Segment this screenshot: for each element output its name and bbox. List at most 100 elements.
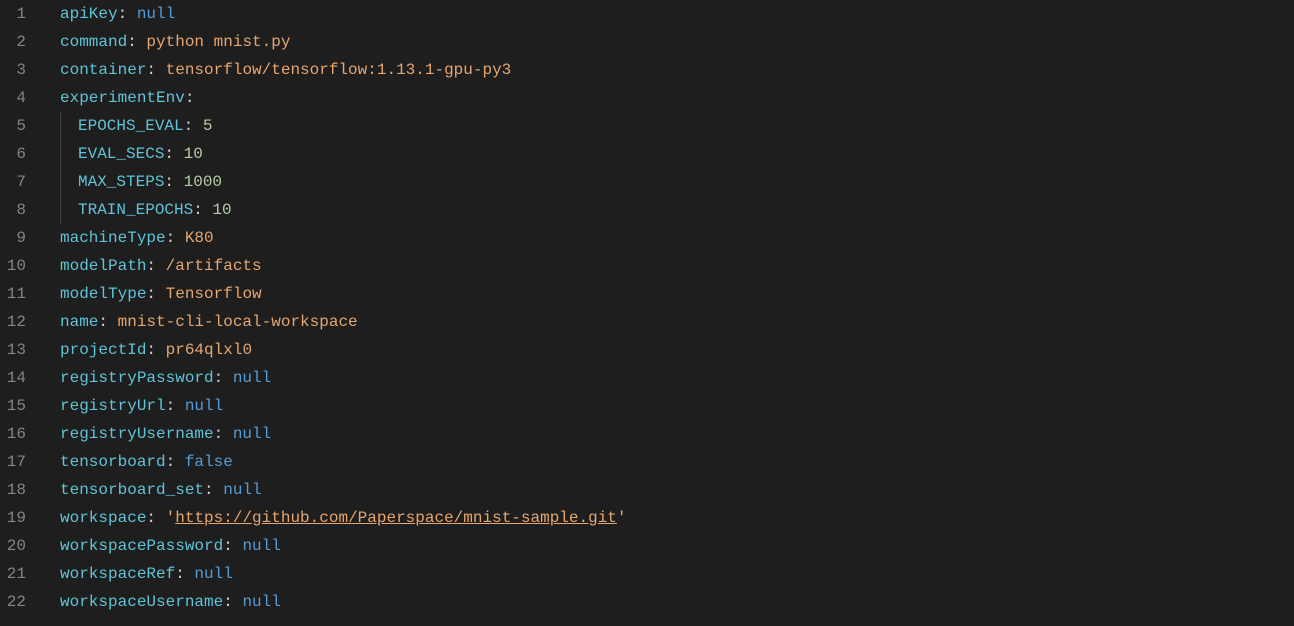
yaml-key: registryUsername — [60, 420, 214, 448]
yaml-key: workspaceRef — [60, 560, 175, 588]
line-number: 4 — [0, 84, 26, 112]
line-number: 15 — [0, 392, 26, 420]
yaml-separator: : — [98, 308, 117, 336]
code-line[interactable]: name: mnist-cli-local-workspace — [60, 308, 1294, 336]
yaml-key: experimentEnv — [60, 84, 185, 112]
line-number: 3 — [0, 56, 26, 84]
line-number: 5 — [0, 112, 26, 140]
line-number-gutter: 12345678910111213141516171819202122 — [0, 0, 44, 626]
yaml-value: false — [185, 448, 233, 476]
yaml-key: apiKey — [60, 0, 118, 28]
code-editor[interactable]: 12345678910111213141516171819202122 apiK… — [0, 0, 1294, 626]
code-line[interactable]: workspacePassword: null — [60, 532, 1294, 560]
line-number: 1 — [0, 0, 26, 28]
yaml-value: null — [233, 420, 271, 448]
yaml-separator: : — [204, 476, 223, 504]
code-area[interactable]: apiKey: nullcommand: python mnist.pycont… — [44, 0, 1294, 626]
yaml-separator: : — [223, 532, 242, 560]
line-number: 9 — [0, 224, 26, 252]
yaml-value: null — [137, 0, 175, 28]
code-line[interactable]: container: tensorflow/tensorflow:1.13.1-… — [60, 56, 1294, 84]
yaml-value: pr64qlxl0 — [166, 336, 252, 364]
line-number: 22 — [0, 588, 26, 616]
yaml-value: 10 — [212, 196, 231, 224]
yaml-separator: : — [166, 392, 185, 420]
code-line[interactable]: machineType: K80 — [60, 224, 1294, 252]
yaml-separator: : — [166, 448, 185, 476]
code-line[interactable]: experimentEnv: — [60, 84, 1294, 112]
yaml-key: command — [60, 28, 127, 56]
quote: ' — [617, 504, 627, 532]
yaml-value: null — [233, 364, 271, 392]
line-number: 8 — [0, 196, 26, 224]
yaml-separator: : — [166, 224, 185, 252]
line-number: 21 — [0, 560, 26, 588]
yaml-key: workspace — [60, 504, 146, 532]
yaml-value: K80 — [185, 224, 214, 252]
yaml-key: TRAIN_EPOCHS — [78, 196, 193, 224]
yaml-separator: : — [193, 196, 212, 224]
yaml-value: null — [194, 560, 232, 588]
code-line[interactable]: tensorboard: false — [60, 448, 1294, 476]
yaml-value: 5 — [203, 112, 213, 140]
yaml-key: workspaceUsername — [60, 588, 223, 616]
code-line[interactable]: registryUrl: null — [60, 392, 1294, 420]
yaml-value: /artifacts — [166, 252, 262, 280]
code-line[interactable]: tensorboard_set: null — [60, 476, 1294, 504]
yaml-separator: : — [175, 560, 194, 588]
yaml-value: Tensorflow — [166, 280, 262, 308]
line-number: 10 — [0, 252, 26, 280]
line-number: 2 — [0, 28, 26, 56]
yaml-separator: : — [214, 420, 233, 448]
yaml-separator: : — [146, 56, 165, 84]
code-line[interactable]: workspace: 'https://github.com/Paperspac… — [60, 504, 1294, 532]
yaml-value: 1000 — [184, 168, 222, 196]
yaml-value: python mnist.py — [146, 28, 290, 56]
line-number: 16 — [0, 420, 26, 448]
yaml-url-value[interactable]: https://github.com/Paperspace/mnist-samp… — [175, 504, 617, 532]
line-number: 17 — [0, 448, 26, 476]
code-line[interactable]: projectId: pr64qlxl0 — [60, 336, 1294, 364]
line-number: 18 — [0, 476, 26, 504]
yaml-value: 10 — [184, 140, 203, 168]
code-line[interactable]: registryUsername: null — [60, 420, 1294, 448]
yaml-key: EVAL_SECS — [78, 140, 164, 168]
code-line[interactable]: modelPath: /artifacts — [60, 252, 1294, 280]
yaml-separator: : — [185, 84, 195, 112]
yaml-key: name — [60, 308, 98, 336]
code-line[interactable]: modelType: Tensorflow — [60, 280, 1294, 308]
code-line[interactable]: EPOCHS_EVAL: 5 — [60, 112, 1294, 140]
yaml-key: MAX_STEPS — [78, 168, 164, 196]
code-line[interactable]: EVAL_SECS: 10 — [60, 140, 1294, 168]
code-line[interactable]: apiKey: null — [60, 0, 1294, 28]
yaml-separator: : — [223, 588, 242, 616]
quote: ' — [166, 504, 176, 532]
yaml-key: modelType — [60, 280, 146, 308]
yaml-value: null — [242, 588, 280, 616]
line-number: 19 — [0, 504, 26, 532]
line-number: 12 — [0, 308, 26, 336]
yaml-separator: : — [146, 252, 165, 280]
yaml-key: EPOCHS_EVAL — [78, 112, 184, 140]
yaml-key: modelPath — [60, 252, 146, 280]
yaml-key: registryUrl — [60, 392, 166, 420]
code-line[interactable]: workspaceRef: null — [60, 560, 1294, 588]
line-number: 13 — [0, 336, 26, 364]
yaml-key: registryPassword — [60, 364, 214, 392]
yaml-value: tensorflow/tensorflow:1.13.1-gpu-py3 — [166, 56, 512, 84]
yaml-separator: : — [127, 28, 146, 56]
yaml-separator: : — [146, 504, 165, 532]
code-line[interactable]: TRAIN_EPOCHS: 10 — [60, 196, 1294, 224]
yaml-separator: : — [146, 336, 165, 364]
code-line[interactable]: workspaceUsername: null — [60, 588, 1294, 616]
yaml-value: null — [185, 392, 223, 420]
yaml-separator: : — [184, 112, 203, 140]
yaml-separator: : — [214, 364, 233, 392]
yaml-key: projectId — [60, 336, 146, 364]
code-line[interactable]: MAX_STEPS: 1000 — [60, 168, 1294, 196]
yaml-key: tensorboard — [60, 448, 166, 476]
code-line[interactable]: command: python mnist.py — [60, 28, 1294, 56]
yaml-value: mnist-cli-local-workspace — [118, 308, 358, 336]
code-line[interactable]: registryPassword: null — [60, 364, 1294, 392]
line-number: 11 — [0, 280, 26, 308]
